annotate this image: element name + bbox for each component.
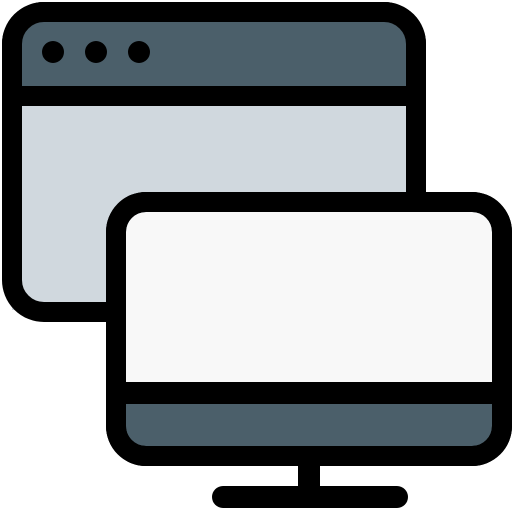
window-dot-3 [128, 41, 150, 63]
window-dot-1 [42, 41, 64, 63]
monitor-stand-base [212, 486, 408, 508]
window-dot-2 [85, 41, 107, 63]
monitor-icon [106, 192, 512, 508]
monitor-screen [126, 212, 492, 382]
browser-title-bar [2, 2, 426, 106]
icon-canvas [0, 0, 512, 512]
browser-window-and-monitor-icon [2, 2, 512, 508]
monitor-chin-divider [116, 382, 502, 404]
